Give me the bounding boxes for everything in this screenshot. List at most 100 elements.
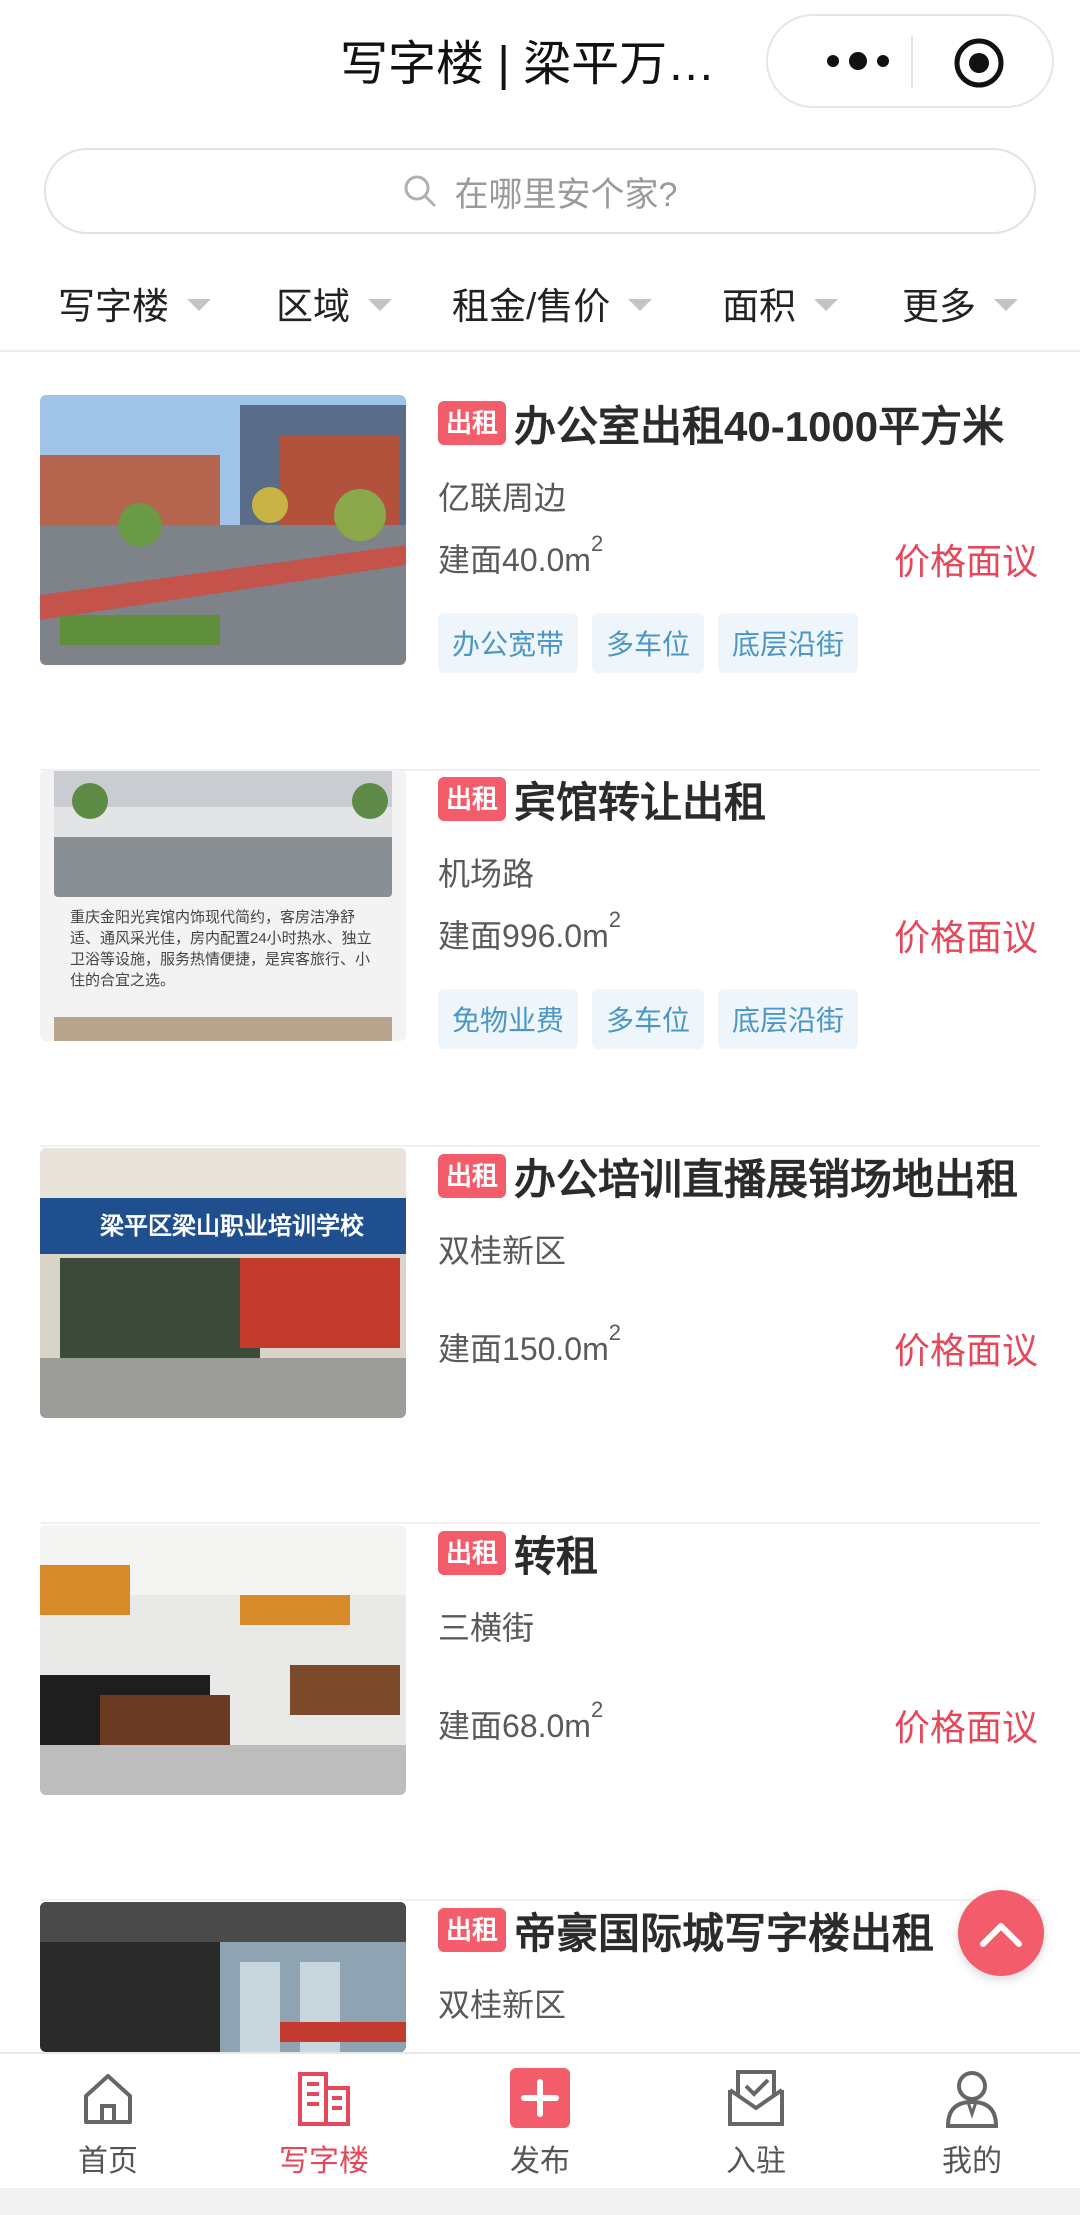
tab-label: 写字楼 — [279, 2145, 369, 2178]
filter-area-dropdown[interactable]: 面积 — [722, 268, 838, 338]
listing-title-row: 出租 帝豪国际城写字楼出租 — [438, 1902, 1048, 1958]
listing-tags: 免物业费 多车位 底层沿街 — [438, 989, 859, 1049]
tab-label: 发布 — [510, 2145, 570, 2178]
filter-label: 写字楼 — [58, 286, 169, 327]
area-unit-exponent: 2 — [608, 1320, 621, 1345]
listing-location: 三横街 — [438, 1610, 535, 1646]
listing-title: 宾馆转让出租 — [514, 778, 767, 826]
listing-title: 帝豪国际城写字楼出租 — [514, 1909, 935, 1957]
listing-title-row: 出租 宾馆转让出租 — [438, 771, 1048, 827]
close-mini-program-button[interactable] — [952, 36, 1006, 90]
listing-area: 建面996.0m2 — [438, 907, 621, 957]
area-value: 68.0m — [502, 1708, 591, 1744]
filter-bar: 写字楼 区域 租金/售价 面积 更多 — [0, 258, 1080, 352]
area-value: 40.0m — [502, 542, 591, 578]
check-in-icon — [728, 2070, 784, 2126]
more-dots-icon — [827, 52, 889, 70]
caret-down-icon — [368, 299, 392, 311]
listing-card[interactable]: 梁平区梁山职业培训学校 出租 办公培训直播展销场地出租 双桂新区 建面150.0… — [0, 1148, 1080, 1524]
search-icon — [404, 175, 436, 207]
office-building-icon — [298, 2072, 350, 2126]
listing-title: 办公室出租40-1000平方米 — [514, 402, 1005, 450]
listing-tags: 办公宽带 多车位 底层沿街 — [438, 613, 859, 673]
area-prefix: 建面 — [438, 542, 503, 578]
listing-price: 价格面议 — [893, 917, 1038, 958]
more-options-button[interactable] — [808, 38, 908, 84]
listing-area: 建面68.0m2 — [438, 1697, 603, 1747]
hotel-description-text: 重庆金阳光宾馆内饰现代简约，客房洁净舒适、通风采光佳，房内配置24小时热水、独立… — [70, 909, 372, 989]
listing-card[interactable]: 出租 帝豪国际城写字楼出租 双桂新区 — [0, 1902, 1080, 2052]
rent-badge: 出租 — [438, 401, 507, 445]
listing-divider — [40, 1899, 1040, 1901]
feature-tag: 底层沿街 — [718, 989, 859, 1049]
area-unit-exponent: 2 — [590, 1697, 604, 1722]
listing-area: 建面150.0m2 — [438, 1320, 621, 1370]
top-navigation-bar: 写字楼 | 梁平万… — [0, 0, 1080, 130]
filter-label: 面积 — [722, 286, 796, 327]
tab-publish[interactable]: 发布 — [470, 2066, 610, 2186]
tab-office-building[interactable]: 写字楼 — [254, 2066, 394, 2186]
area-value: 996.0m — [502, 918, 609, 954]
listing-location: 亿联周边 — [438, 480, 567, 516]
rent-badge: 出租 — [438, 1154, 507, 1198]
home-icon — [84, 2074, 132, 2124]
listing-photo-training-school: 梁平区梁山职业培训学校 — [40, 1148, 406, 1418]
chevron-up-icon — [980, 1923, 1022, 1947]
tab-label: 入驻 — [726, 2145, 786, 2178]
filter-label: 区域 — [276, 286, 350, 327]
back-to-top-button[interactable] — [958, 1890, 1044, 1976]
rent-badge: 出租 — [438, 1908, 507, 1952]
feature-tag: 多车位 — [592, 613, 705, 673]
area-prefix: 建面 — [438, 1331, 503, 1367]
tab-profile[interactable]: 我的 — [902, 2066, 1042, 2186]
listing-title-row: 出租 转租 — [438, 1525, 1048, 1581]
listing-card[interactable]: 出租 转租 三横街 建面68.0m2 价格面议 — [0, 1525, 1080, 1901]
listing-photo-hotel: 重庆金阳光宾馆内饰现代简约，客房洁净舒适、通风采光佳，房内配置24小时热水、独立… — [40, 771, 406, 1041]
listing-location: 双桂新区 — [438, 1233, 567, 1269]
filter-label: 更多 — [902, 286, 976, 327]
area-prefix: 建面 — [438, 918, 503, 954]
listing-price: 价格面议 — [893, 1330, 1038, 1371]
filter-region-dropdown[interactable]: 区域 — [276, 268, 392, 338]
school-sign-text: 梁平区梁山职业培训学校 — [100, 1213, 364, 1240]
system-home-bar — [0, 2188, 1080, 2215]
listing-photo-office-park — [40, 395, 406, 665]
filter-type-dropdown[interactable]: 写字楼 — [58, 268, 211, 338]
listing-photo-empty-office — [40, 1902, 406, 2052]
area-value: 150.0m — [502, 1331, 609, 1367]
publish-plus-icon — [510, 2068, 570, 2128]
search-input[interactable]: 在哪里安个家? — [44, 148, 1036, 234]
listing-title-row: 出租 办公室出租40-1000平方米 — [438, 395, 1048, 451]
caret-down-icon — [187, 299, 211, 311]
listing-title: 转租 — [514, 1532, 599, 1580]
listing-title: 办公培训直播展销场地出租 — [514, 1155, 1019, 1203]
filter-price-dropdown[interactable]: 租金/售价 — [452, 268, 653, 338]
listing-title-row: 出租 办公培训直播展销场地出租 — [438, 1148, 1048, 1204]
filter-more-dropdown[interactable]: 更多 — [902, 268, 1018, 338]
tab-check-in[interactable]: 入驻 — [686, 2066, 826, 2186]
listing-card[interactable]: 重庆金阳光宾馆内饰现代简约，客房洁净舒适、通风采光佳，房内配置24小时热水、独立… — [0, 771, 1080, 1147]
caret-down-icon — [628, 299, 653, 311]
tab-home[interactable]: 首页 — [38, 2066, 178, 2186]
listing-price: 价格面议 — [893, 1707, 1038, 1748]
feature-tag: 办公宽带 — [438, 613, 579, 673]
listing-location: 双桂新区 — [438, 1987, 567, 2023]
profile-icon — [945, 2071, 999, 2128]
listing-area: 建面40.0m2 — [438, 531, 603, 581]
tab-label: 我的 — [942, 2145, 1002, 2178]
target-close-icon — [954, 38, 1004, 88]
caret-down-icon — [994, 299, 1018, 311]
feature-tag: 多车位 — [592, 989, 705, 1049]
feature-tag: 免物业费 — [438, 989, 579, 1049]
area-unit-exponent: 2 — [590, 531, 604, 556]
listing-photo-office-room — [40, 1525, 406, 1795]
caret-down-icon — [814, 299, 838, 311]
listing-price: 价格面议 — [893, 541, 1038, 582]
area-prefix: 建面 — [438, 1708, 503, 1744]
page-title: 写字楼 | 梁平万… — [340, 38, 716, 91]
filter-label: 租金/售价 — [452, 286, 611, 327]
listing-card[interactable]: 出租 办公室出租40-1000平方米 亿联周边 建面40.0m2 价格面议 办公… — [0, 395, 1080, 771]
rent-badge: 出租 — [438, 1531, 507, 1575]
listing-location: 机场路 — [438, 856, 535, 892]
mini-program-capsule — [766, 14, 1054, 108]
